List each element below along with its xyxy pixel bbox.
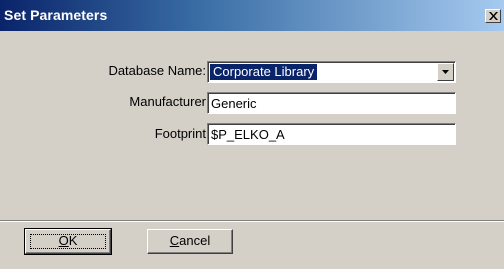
manufacturer-value: Generic — [211, 96, 257, 111]
dialog-window: Set Parameters Database Name: Corporate … — [0, 0, 504, 269]
chevron-down-icon — [442, 70, 449, 74]
footprint-value: $P_ELKO_A — [211, 127, 285, 142]
cancel-button[interactable]: Cancel — [147, 229, 233, 254]
database-name-value: Corporate Library — [210, 64, 318, 80]
database-name-label: Database Name: — [108, 63, 206, 78]
close-icon — [489, 12, 498, 20]
database-name-select[interactable]: Corporate Library — [207, 61, 456, 83]
database-name-dropdown-button[interactable] — [437, 63, 454, 81]
title-bar[interactable]: Set Parameters — [0, 0, 504, 31]
separator-highlight — [0, 221, 504, 222]
close-button[interactable] — [485, 9, 501, 23]
footprint-field[interactable]: $P_ELKO_A — [207, 123, 456, 145]
footprint-label: Footprint — [154, 126, 206, 141]
manufacturer-label: Manufacturer — [129, 94, 206, 109]
ok-button[interactable]: OK — [24, 228, 112, 255]
cancel-button-label: Cancel — [169, 233, 211, 248]
manufacturer-field[interactable]: Generic — [207, 92, 456, 114]
window-title: Set Parameters — [4, 7, 108, 23]
ok-button-label: OK — [58, 233, 78, 248]
